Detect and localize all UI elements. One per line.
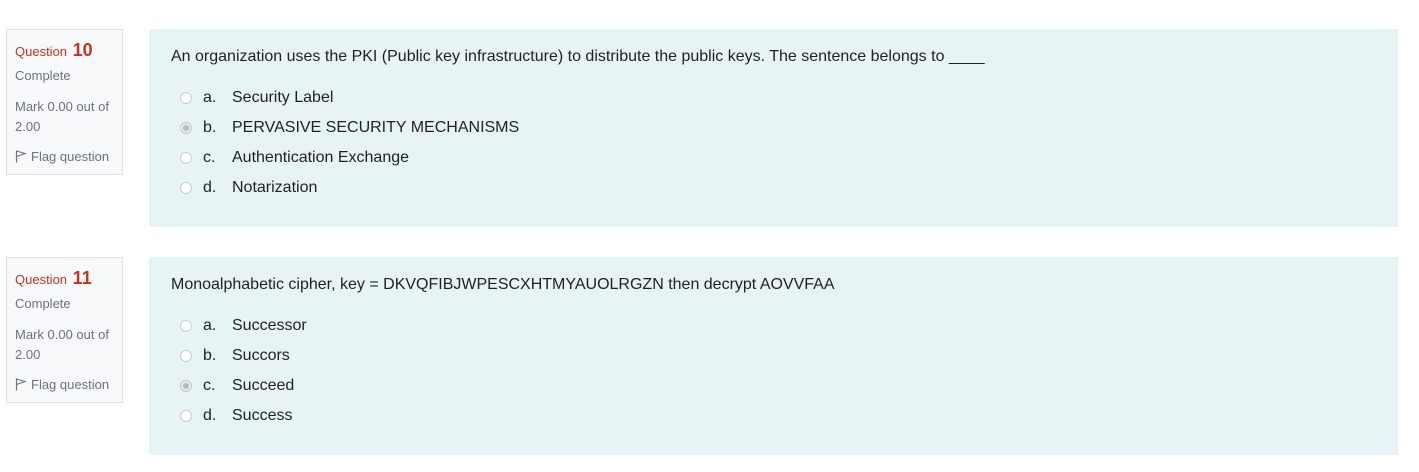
answer-letter: a. bbox=[203, 89, 217, 106]
question-number-value: 11 bbox=[72, 268, 92, 288]
answer-radio-selected[interactable] bbox=[180, 380, 192, 392]
answer-radio[interactable] bbox=[180, 92, 192, 104]
question-content: An organization uses the PKI (Public key… bbox=[149, 29, 1398, 227]
question-content: Monoalphabetic cipher, key = DKVQFIBJWPE… bbox=[149, 257, 1398, 455]
question-text: Monoalphabetic cipher, key = DKVQFIBJWPE… bbox=[171, 276, 835, 293]
flag-question-label: Flag question bbox=[31, 149, 110, 164]
answer-radio-selected[interactable] bbox=[180, 122, 192, 134]
question-grade: Mark 0.00 out of 2.00 bbox=[15, 327, 109, 362]
answer-option[interactable]: a. Security Label bbox=[171, 83, 1376, 113]
answer-radio[interactable] bbox=[180, 152, 192, 164]
answer-letter: b. bbox=[203, 119, 217, 136]
answer-option[interactable]: c. Authentication Exchange bbox=[171, 143, 1376, 173]
question-info: Question 11 Complete Mark 0.00 out of 2.… bbox=[6, 257, 123, 403]
answer-label[interactable]: Successor bbox=[232, 317, 307, 335]
answer-letter: d. bbox=[203, 407, 217, 424]
question-info: Question 10 Complete Mark 0.00 out of 2.… bbox=[6, 29, 123, 175]
answer-radio[interactable] bbox=[180, 350, 192, 362]
flag-question-link[interactable]: Flag question bbox=[15, 377, 114, 392]
answer-label[interactable]: Notarization bbox=[232, 179, 317, 197]
question-number-prefix: Question bbox=[15, 272, 68, 287]
answer-radio[interactable] bbox=[180, 320, 192, 332]
question-state: Complete bbox=[15, 296, 71, 311]
answer-option[interactable]: d. Notarization bbox=[171, 173, 1376, 203]
answer-option[interactable]: c. Succeed bbox=[171, 371, 1376, 401]
question-number: Question 10 bbox=[15, 38, 114, 62]
answer-option[interactable]: b. PERVASIVE SECURITY MECHANISMS bbox=[171, 113, 1376, 143]
question-number-value: 10 bbox=[72, 40, 93, 60]
answer-list: a. Successor b. Succors c. Succeed d. Su… bbox=[171, 311, 1376, 431]
answer-radio[interactable] bbox=[180, 410, 192, 422]
answer-option[interactable]: b. Succors bbox=[171, 341, 1376, 371]
answer-letter: d. bbox=[203, 179, 217, 196]
answer-label[interactable]: Success bbox=[232, 407, 292, 425]
question-number-prefix: Question bbox=[15, 44, 68, 59]
answer-letter: c. bbox=[203, 377, 216, 394]
answer-option[interactable]: a. Successor bbox=[171, 311, 1376, 341]
answer-radio[interactable] bbox=[180, 182, 192, 194]
answer-option[interactable]: d. Success bbox=[171, 401, 1376, 431]
answer-label[interactable]: Succors bbox=[232, 347, 290, 365]
flag-icon bbox=[15, 150, 27, 163]
answer-label[interactable]: Authentication Exchange bbox=[232, 149, 409, 167]
question-grade: Mark 0.00 out of 2.00 bbox=[15, 99, 109, 134]
flag-icon bbox=[15, 378, 27, 391]
answer-letter: c. bbox=[203, 149, 216, 166]
answer-letter: a. bbox=[203, 317, 217, 334]
answer-label[interactable]: Security Label bbox=[232, 89, 333, 107]
answer-label[interactable]: PERVASIVE SECURITY MECHANISMS bbox=[232, 119, 519, 137]
answer-letter: b. bbox=[203, 347, 217, 364]
question-number: Question 11 bbox=[15, 266, 114, 290]
answer-label[interactable]: Succeed bbox=[232, 377, 294, 395]
flag-question-label: Flag question bbox=[31, 377, 110, 392]
flag-question-link[interactable]: Flag question bbox=[15, 149, 114, 164]
question-text: An organization uses the PKI (Public key… bbox=[171, 48, 985, 65]
question-state: Complete bbox=[15, 68, 71, 83]
answer-list: a. Security Label b. PERVASIVE SECURITY … bbox=[171, 83, 1376, 203]
